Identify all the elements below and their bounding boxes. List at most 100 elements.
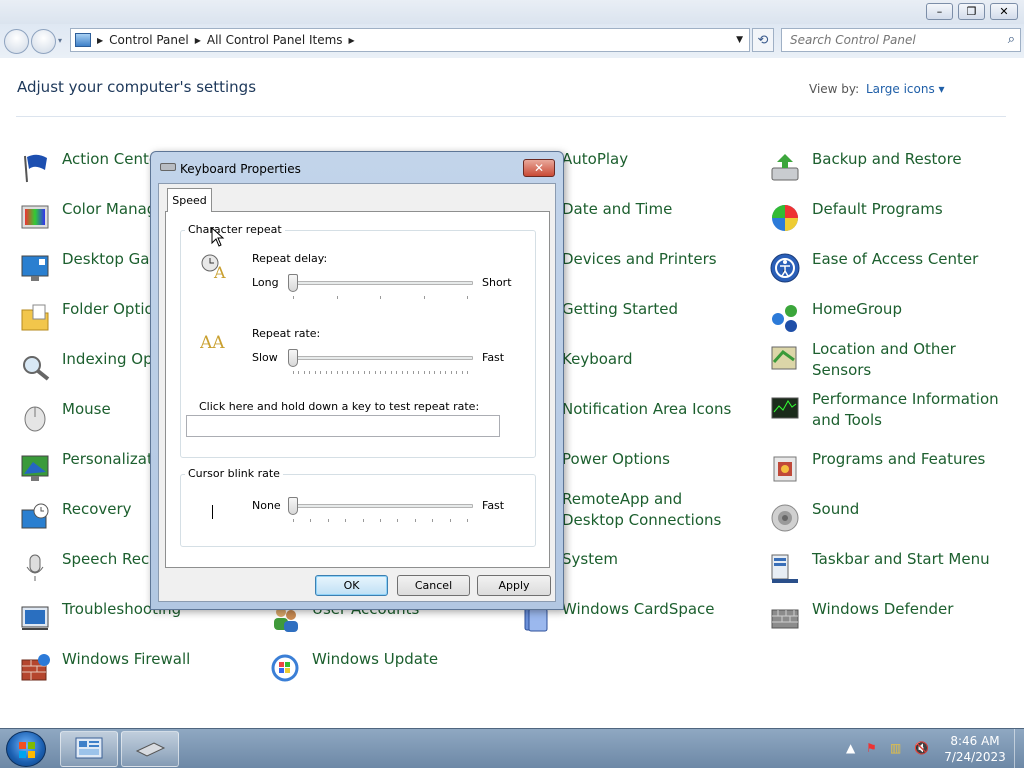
minimize-icon: –: [936, 5, 943, 18]
dialog-close-button[interactable]: ✕: [523, 159, 555, 177]
slider-thumb[interactable]: [288, 349, 298, 367]
show-hidden-icons-button[interactable]: ▲: [846, 741, 855, 755]
search-icon[interactable]: ⌕: [1008, 32, 1015, 47]
item-label: Action Center: [62, 150, 165, 168]
gadgets-monitor-icon: [18, 251, 52, 285]
item-label: Devices and Printers: [562, 250, 717, 268]
slider-track: [288, 356, 473, 360]
maximize-button[interactable]: ❐: [958, 3, 985, 20]
start-button[interactable]: [6, 731, 46, 767]
item-label: Taskbar and Start Menu: [812, 550, 990, 568]
address-dropdown-icon[interactable]: ▼: [736, 35, 743, 45]
breadcrumb-separator-icon[interactable]: ▶: [195, 36, 201, 45]
test-repeat-input[interactable]: [186, 415, 500, 437]
apply-button[interactable]: Apply: [477, 575, 551, 596]
slider-thumb[interactable]: [288, 274, 298, 292]
cursor-blink-min-label: None: [252, 499, 281, 512]
repeat-delay-icon: A: [200, 252, 230, 282]
windows-logo-icon: [19, 742, 35, 758]
control-panel-icon: [75, 33, 91, 47]
address-bar[interactable]: ▶ Control Panel ▶ All Control Panel Item…: [70, 28, 750, 52]
keyboard-icon: [160, 163, 176, 171]
item-mouse[interactable]: Mouse: [18, 400, 111, 435]
item-label: Windows Update: [312, 650, 439, 668]
item-default-programs[interactable]: Default Programs: [768, 200, 943, 235]
default-programs-icon: [768, 201, 802, 235]
breadcrumb-separator-icon[interactable]: ▶: [349, 36, 355, 45]
network-tray-icon[interactable]: ▥: [890, 741, 901, 755]
item-label: Backup and Restore: [812, 150, 962, 168]
slider-ticks: [293, 519, 468, 522]
item-label: HomeGroup: [812, 300, 902, 318]
breadcrumb-all-items[interactable]: All Control Panel Items: [207, 33, 343, 47]
forward-button[interactable]: [31, 29, 56, 54]
item-ease-of-access[interactable]: Ease of Access Center: [768, 250, 978, 285]
tab-speed[interactable]: Speed: [167, 188, 212, 212]
breadcrumb-control-panel[interactable]: Control Panel: [109, 33, 189, 47]
microphone-icon: [18, 551, 52, 585]
item-label: Mouse: [62, 400, 111, 418]
item-recovery[interactable]: Recovery: [18, 500, 132, 535]
recent-pages-chevron-icon[interactable]: ▾: [58, 36, 62, 45]
item-homegroup[interactable]: HomeGroup: [768, 300, 902, 335]
address-toolbar: ▾ ▶ Control Panel ▶ All Control Panel It…: [0, 24, 1024, 58]
item-label: Sound: [812, 500, 860, 518]
repeat-delay-max-label: Short: [482, 276, 512, 289]
cancel-button[interactable]: Cancel: [397, 575, 470, 596]
item-programs-and-features[interactable]: Programs and Features: [768, 450, 986, 485]
refresh-icon: ⟲: [757, 32, 769, 48]
item-label: Programs and Features: [812, 450, 986, 468]
volume-muted-tray-icon[interactable]: 🔇: [914, 741, 929, 755]
minimize-button[interactable]: –: [926, 3, 953, 20]
search-input[interactable]: [790, 30, 1000, 50]
close-button[interactable]: ✕: [990, 3, 1018, 20]
refresh-button[interactable]: ⟲: [752, 28, 774, 52]
action-center-tray-icon[interactable]: ⚑: [866, 741, 877, 755]
speaker-icon: [768, 501, 802, 535]
keyboard-properties-dialog: Keyboard Properties ✕ Speed Character re…: [150, 151, 564, 610]
item-location-sensors[interactable]: Location and Other Sensors: [768, 340, 1008, 381]
item-action-center[interactable]: Action Center: [18, 150, 165, 185]
item-label: Location and Other Sensors: [812, 340, 956, 379]
test-repeat-label: Click here and hold down a key to test r…: [199, 400, 480, 413]
repeat-delay-min-label: Long: [252, 276, 279, 289]
homegroup-icon: [768, 301, 802, 335]
item-windows-update[interactable]: Windows Update: [268, 650, 439, 685]
performance-icon: [768, 391, 802, 425]
slider-track: [288, 281, 473, 285]
cursor-blink-slider[interactable]: [288, 495, 473, 525]
item-label: Default Programs: [812, 200, 943, 218]
item-performance-information[interactable]: Performance Information and Tools: [768, 390, 1008, 431]
ok-button[interactable]: OK: [315, 575, 388, 596]
repeat-rate-max-label: Fast: [482, 351, 505, 364]
taskbar-control-panel-button[interactable]: [60, 731, 118, 767]
item-windows-defender[interactable]: Windows Defender: [768, 600, 953, 635]
item-label: Power Options: [562, 450, 670, 468]
breadcrumb-separator-icon[interactable]: ▶: [97, 36, 103, 45]
back-button[interactable]: [4, 29, 29, 54]
defender-icon: [768, 601, 802, 635]
cursor-blink-title: Cursor blink rate: [185, 467, 283, 480]
item-windows-firewall[interactable]: Windows Firewall: [18, 650, 190, 685]
item-sound[interactable]: Sound: [768, 500, 860, 535]
clock[interactable]: 8:46 AM 7/24/2023: [940, 733, 1010, 765]
item-taskbar-start-menu[interactable]: Taskbar and Start Menu: [768, 550, 990, 585]
slider-ticks: [293, 296, 468, 299]
view-by-dropdown[interactable]: Large icons ▾: [866, 82, 945, 96]
item-folder-options[interactable]: Folder Options: [18, 300, 171, 335]
clock-time: 8:46 AM: [950, 734, 1000, 748]
item-backup-and-restore[interactable]: Backup and Restore: [768, 150, 962, 185]
repeat-rate-slider[interactable]: [288, 347, 473, 377]
item-label: Performance Information and Tools: [812, 390, 999, 429]
repeat-delay-slider[interactable]: [288, 272, 473, 302]
item-label: Recovery: [62, 500, 132, 518]
taskbar-keyboard-button[interactable]: [121, 731, 179, 767]
title-bar: – ❐ ✕: [0, 0, 1024, 24]
show-desktop-button[interactable]: [1014, 729, 1024, 768]
cursor-preview: [212, 505, 213, 519]
slider-thumb[interactable]: [288, 497, 298, 515]
search-box[interactable]: ⌕: [781, 28, 1021, 52]
speed-tab-panel: Character repeat A Repeat delay: Long Sh…: [165, 211, 550, 568]
magnifier-icon: [18, 351, 52, 385]
svg-text:AA: AA: [200, 333, 225, 352]
